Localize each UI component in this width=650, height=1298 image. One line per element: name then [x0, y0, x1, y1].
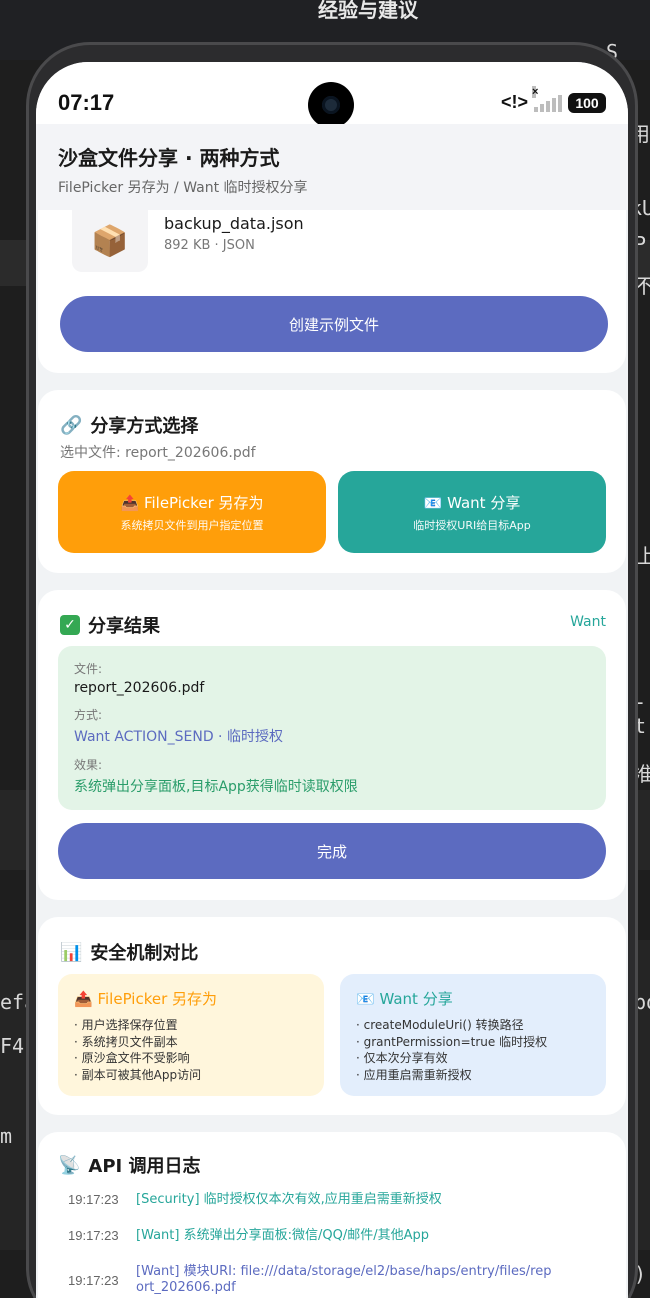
log-time: 19:17:23 [68, 1272, 119, 1288]
check-icon: ✓ [60, 615, 80, 635]
compare-item: · 仅本次分享有效 [356, 1051, 448, 1065]
section-header: 🔗 分享方式选择 [60, 412, 198, 438]
section-header: 📊 安全机制对比 [60, 939, 198, 965]
status-time: 07:17 [58, 90, 115, 115]
filepicker-title: FilePicker 另存为 [143, 493, 264, 512]
want-title: Want 分享 [447, 493, 521, 512]
file-card: 📦 backup_data.json 892 KB · JSON 创建示例文件 [38, 210, 626, 373]
background-text: m [0, 1124, 13, 1148]
id-card-icon: 📧 [423, 493, 443, 512]
log-entry: 19:17:23 [Want] 模块URI: file:///data/stor… [68, 1264, 556, 1296]
battery-level: 100 [575, 94, 599, 111]
section-title: 分享方式选择 [90, 416, 199, 437]
id-card-icon: 📧 [356, 990, 375, 1008]
log-entry: 19:17:23 [Want] 系统弹出分享面板:微信/QQ/邮件/其他App [68, 1228, 556, 1244]
compare-item: · createModuleUri() 转换路径 [356, 1018, 524, 1032]
compare-filepicker-title: FilePicker 另存为 [97, 990, 218, 1008]
compare-item: · 应用重启需重新授权 [356, 1067, 472, 1082]
result-effect-value: 系统弹出分享面板,目标App获得临时读取权限 [74, 779, 358, 795]
file-meta: 892 KB · JSON [164, 238, 255, 253]
result-method-tag: Want [570, 614, 606, 630]
signal-icon: × [532, 85, 562, 112]
battery-icon: 100 [568, 92, 606, 113]
selected-file-label: 选中文件: report_202606.pdf [60, 445, 256, 461]
result-method-label: 方式: [74, 708, 103, 722]
section-title: API 调用日志 [88, 1156, 201, 1177]
filepicker-subtitle: 系统拷贝文件到用户指定位置 [120, 518, 264, 532]
background-text: F4 [0, 1034, 25, 1058]
result-file-label: 文件: [74, 662, 103, 676]
link-icon: 🔗 [60, 414, 83, 436]
phone-screen: 07:17 <!> × 100 沙盒文件分享 · 两种方式 FilePicker… [36, 62, 628, 1298]
file-name: backup_data.json [164, 214, 304, 233]
done-button[interactable]: 完成 [58, 823, 606, 879]
want-share-button[interactable]: 📧 Want 分享 临时授权URI给目标App [338, 471, 606, 553]
background-title: 经验与建议 [318, 0, 418, 22]
log-time: 19:17:23 [68, 1228, 119, 1243]
compare-item: · 用户选择保存位置 [74, 1018, 178, 1032]
background-text: 上 [636, 544, 650, 568]
status-icons: <!> × 100 [500, 85, 606, 113]
create-sample-file-button[interactable]: 创建示例文件 [60, 296, 608, 352]
want-subtitle: 临时授权URI给目标App [413, 518, 531, 532]
result-effect-label: 效果: [74, 758, 103, 772]
package-icon: 📦 [72, 210, 148, 272]
app-header: 沙盒文件分享 · 两种方式 FilePicker 另存为 / Want 临时授权… [36, 124, 628, 210]
satellite-icon: 📡 [58, 1154, 81, 1176]
compare-item: · grantPermission=true 临时授权 [356, 1034, 548, 1049]
log-message: [Want] 模块URI: file:///data/storage/el2/b… [136, 1264, 552, 1295]
camera-cutout [308, 82, 354, 128]
compare-want-title: Want 分享 [379, 990, 453, 1008]
outbox-icon: 📤 [120, 493, 140, 512]
bar-chart-icon: 📊 [60, 941, 83, 963]
page-title: 沙盒文件分享 · 两种方式 [58, 146, 280, 170]
outbox-icon: 📤 [74, 990, 93, 1008]
compare-want-panel: 📧 Want 分享 · createModuleUri() 转换路径 · gra… [340, 974, 606, 1096]
section-title: 分享结果 [88, 616, 160, 637]
result-details: 文件: report_202606.pdf 方式: Want ACTION_SE… [58, 646, 606, 810]
result-file-value: report_202606.pdf [74, 680, 205, 696]
developer-mode-icon: <!> [500, 92, 528, 112]
compare-filepicker-panel: 📤 FilePicker 另存为 · 用户选择保存位置 · 系统拷贝文件副本 ·… [58, 974, 324, 1096]
page-subtitle: FilePicker 另存为 / Want 临时授权分享 [58, 180, 308, 196]
log-time: 19:17:23 [68, 1192, 119, 1207]
log-message: [Security] 临时授权仅本次有效,应用重启需重新授权 [136, 1192, 442, 1207]
compare-item: · 原沙盒文件不受影响 [74, 1051, 190, 1065]
status-bar: 07:17 <!> × 100 [36, 62, 628, 128]
result-method-value: Want ACTION_SEND · 临时授权 [74, 729, 283, 745]
section-title: 安全机制对比 [90, 943, 199, 964]
log-message: [Want] 系统弹出分享面板:微信/QQ/邮件/其他App [136, 1228, 429, 1243]
filepicker-save-as-button[interactable]: 📤 FilePicker 另存为 系统拷贝文件到用户指定位置 [58, 471, 326, 553]
section-header: 📡 API 调用日志 [58, 1152, 201, 1178]
section-header: ✓ 分享结果 [60, 612, 160, 638]
compare-item: · 副本可被其他App访问 [74, 1067, 202, 1082]
compare-item: · 系统拷贝文件副本 [74, 1034, 178, 1049]
log-entry: 19:17:23 [Security] 临时授权仅本次有效,应用重启需重新授权 [68, 1192, 556, 1208]
